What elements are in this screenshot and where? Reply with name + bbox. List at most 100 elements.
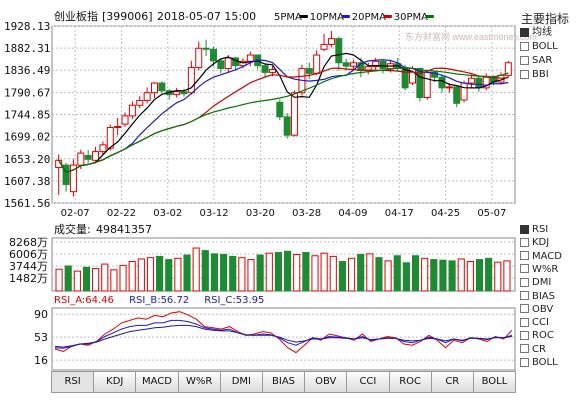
candle-body	[268, 69, 276, 73]
checkbox-icon[interactable]	[520, 264, 529, 274]
indicator-option-label: CR	[532, 343, 546, 355]
indicator-option-dmi[interactable]: DMI	[520, 276, 551, 289]
tab-roc[interactable]: ROC	[388, 371, 432, 393]
indicator-option-label: W%R	[532, 263, 559, 275]
volume-title-label: 成交量:	[54, 222, 91, 236]
indicator-option-label: CCI	[532, 317, 549, 329]
price-x-tick: 02-22	[107, 208, 136, 219]
tab-dmi[interactable]: DMI	[219, 371, 263, 393]
indicator-option-label: OBV	[532, 303, 554, 315]
volume-bar	[320, 252, 328, 292]
rsi-legend-label: RSI_B:56.72	[129, 295, 189, 306]
tab-boll[interactable]: BOLL	[472, 371, 517, 393]
rsi-legend-label: RSI_A:64.46	[54, 295, 114, 306]
indicator-option-macd[interactable]: MACD	[520, 250, 562, 263]
volume-bar	[210, 253, 219, 292]
indicator-option-wr[interactable]: W%R	[520, 263, 558, 276]
candle-body	[195, 47, 203, 69]
volume-bar	[274, 252, 282, 292]
candle-body	[350, 62, 358, 67]
indicator-option-roc[interactable]: ROC	[520, 329, 554, 342]
indicator-option-bbi[interactable]: BBI	[520, 68, 549, 81]
volume-bar	[485, 257, 493, 292]
checkbox-icon[interactable]	[520, 330, 529, 340]
indicator-option-label: DMI	[532, 277, 552, 289]
volume-bar	[357, 253, 365, 292]
volume-bar	[411, 255, 420, 292]
indicator-option-label: SAR	[532, 55, 553, 66]
volume-bar	[402, 262, 410, 292]
volume-bar	[110, 269, 118, 292]
candle-body	[313, 54, 321, 74]
volume-bar	[146, 257, 155, 292]
price-x-tick: 03-12	[200, 208, 229, 219]
volume-bar	[256, 254, 264, 292]
ma-legend-swatch	[425, 15, 434, 18]
volume-bar	[439, 259, 447, 292]
candle-body	[128, 104, 136, 117]
candle-body	[158, 82, 166, 92]
checkbox-icon[interactable]	[520, 277, 529, 287]
tab-obv[interactable]: OBV	[304, 371, 348, 393]
checkbox-icon[interactable]	[520, 251, 529, 261]
volume-bar	[82, 266, 91, 292]
checkbox-icon[interactable]	[520, 317, 529, 327]
indicator-option-label: BIAS	[532, 290, 555, 302]
price-x-tick: 04-25	[431, 208, 460, 219]
candle-body	[453, 86, 461, 104]
candle-body	[173, 91, 181, 96]
candle-body	[283, 116, 291, 136]
index-code: [399006]	[102, 10, 153, 23]
tab-cci[interactable]: CCI	[346, 371, 390, 393]
checkbox-icon[interactable]	[520, 224, 529, 234]
checkbox-icon[interactable]	[520, 237, 529, 247]
indicator-option-label: KDJ	[532, 237, 550, 249]
indicator-option-[interactable]: 均线	[520, 26, 552, 39]
indicator-option-cci[interactable]: CCI	[520, 316, 549, 329]
rsi-y-tick: 16	[34, 354, 48, 367]
indicator-option-rsi[interactable]: RSI	[520, 223, 548, 236]
indicator-option-kdj[interactable]: KDJ	[520, 236, 549, 249]
tab-bias[interactable]: BIAS	[261, 371, 306, 393]
indicator-option-bias[interactable]: BIAS	[520, 290, 555, 303]
volume-bar	[338, 261, 346, 292]
rsi-y-axis: 90 53 16	[34, 308, 48, 367]
checkbox-icon[interactable]	[520, 357, 529, 367]
tab-wr[interactable]: W%R	[177, 371, 221, 393]
ma-legend-label: 10PMA	[310, 12, 344, 23]
indicator-option-boll[interactable]: BOLL	[520, 40, 558, 53]
volume-bar	[265, 252, 273, 292]
checkbox-icon[interactable]	[520, 41, 529, 51]
indicator-option-obv[interactable]: OBV	[520, 303, 553, 316]
checkbox-icon[interactable]	[520, 344, 529, 354]
rsi-y-tick: 53	[34, 331, 48, 344]
price-y-tick: 1928.13	[4, 20, 50, 33]
price-y-tick: 1561.56	[4, 197, 50, 210]
candle-body	[114, 125, 122, 128]
checkbox-icon[interactable]	[520, 291, 529, 300]
indicator-option-boll[interactable]: BOLL	[520, 356, 558, 369]
volume-bar	[137, 258, 145, 292]
candle-body	[209, 48, 217, 62]
checkbox-icon[interactable]	[520, 69, 529, 79]
tab-cr[interactable]: CR	[430, 371, 474, 393]
volume-bar	[494, 261, 502, 292]
candle-body	[217, 60, 225, 70]
ma-legend: 5PMA 10PMA 20PMA 30PMA	[274, 12, 434, 23]
volume-bar	[183, 254, 191, 292]
volume-bar	[393, 255, 401, 292]
ma-legend-label: 30PMA	[394, 12, 428, 23]
tab-rsi[interactable]: RSI	[51, 371, 95, 393]
checkbox-icon[interactable]	[520, 304, 529, 314]
checkbox-icon[interactable]	[520, 27, 529, 37]
price-x-tick: 02-07	[61, 208, 90, 219]
volume-bar	[347, 257, 356, 292]
tab-kdj[interactable]: KDJ	[93, 371, 137, 393]
checkbox-icon[interactable]	[520, 55, 529, 65]
volume-bar	[64, 265, 72, 292]
volume-bar	[192, 247, 200, 292]
price-y-tick: 1607.38	[4, 175, 50, 188]
tab-macd[interactable]: MACD	[135, 371, 179, 393]
indicator-option-cr[interactable]: CR	[520, 343, 546, 356]
indicator-option-sar[interactable]: SAR	[520, 54, 552, 67]
